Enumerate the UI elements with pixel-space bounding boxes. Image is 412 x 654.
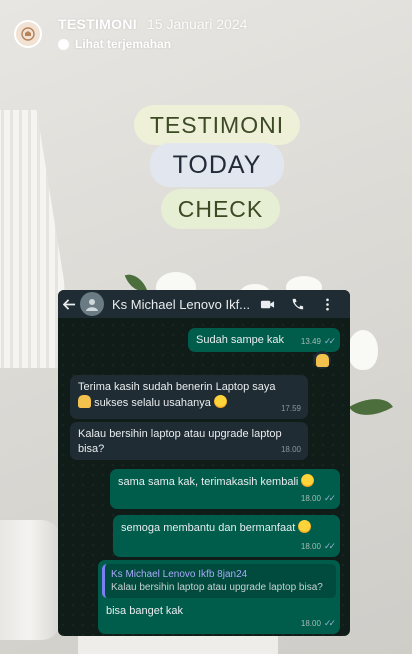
sticker-testimoni: TESTIMONI — [134, 105, 300, 145]
smile-icon — [301, 474, 315, 487]
story-date: 15 Januari 2024 — [147, 16, 248, 32]
quoted-author: Ks Michael Lenovo Ikfb 8jan24 — [111, 569, 248, 580]
message-time: 13.49 ✓✓ — [301, 334, 336, 349]
quoted-message[interactable]: Ks Michael Lenovo Ikfb 8jan24 Kalau bers… — [102, 564, 336, 598]
message-time: 18.00 ✓✓ — [301, 616, 336, 631]
leaf — [349, 387, 393, 427]
message-bubble[interactable]: Terima kasih sudah benerin Laptop saya s… — [70, 375, 308, 419]
sticker-today: TODAY — [150, 143, 284, 187]
folded-hands-icon — [78, 395, 91, 408]
message-reaction[interactable] — [313, 351, 331, 369]
message-time: 18.00 ✓✓ — [301, 539, 336, 554]
message-time: 18.00 ✓✓ — [301, 491, 336, 506]
message-time: 18.00 — [280, 445, 301, 454]
see-translation-label: Lihat terjemahan — [75, 37, 172, 51]
sticker-check: CHECK — [161, 189, 280, 229]
message-text: Sudah sampe kak — [196, 334, 285, 346]
account-avatar[interactable] — [14, 20, 42, 48]
chat-screenshot: Ks Michael Lenovo Ikf... Sudah sampe kak… — [58, 290, 350, 636]
read-ticks-icon: ✓✓ — [323, 493, 336, 503]
see-translation-link[interactable]: Lihat terjemahan — [58, 37, 171, 51]
phone-icon[interactable] — [282, 297, 312, 312]
message-text: sama sama kak, terimakasih kembali — [118, 476, 299, 488]
flower — [348, 330, 378, 370]
chat-header: Ks Michael Lenovo Ikf... — [58, 290, 350, 318]
story-title[interactable]: TESTIMONI — [58, 16, 137, 32]
video-call-icon[interactable] — [252, 297, 282, 312]
message-text: Terima kasih sudah benerin Laptop saya — [78, 381, 276, 393]
message-bubble[interactable]: Kalau bersihin laptop atau upgrade lapto… — [70, 422, 308, 460]
message-bubble[interactable]: semoga membantu dan bermanfaat 18.00 ✓✓ — [113, 515, 340, 557]
folded-hands-icon — [315, 353, 329, 367]
lamp-base — [0, 520, 60, 640]
reply-message-bubble[interactable]: Ks Michael Lenovo Ikfb 8jan24 Kalau bers… — [98, 560, 340, 634]
logo-icon — [21, 27, 35, 41]
translate-icon — [58, 38, 69, 50]
contact-name[interactable]: Ks Michael Lenovo Ikf... — [112, 297, 252, 312]
message-bubble[interactable]: Sudah sampe kak 13.49 ✓✓ — [188, 328, 340, 352]
message-text: semoga membantu dan bermanfaat — [121, 522, 296, 534]
read-ticks-icon: ✓✓ — [323, 336, 336, 346]
story-header: TESTIMONI 15 Januari 2024 Lihat terjemah… — [0, 0, 412, 60]
back-arrow-icon[interactable] — [58, 298, 80, 311]
message-time: 17.59 — [280, 404, 301, 413]
read-ticks-icon: ✓✓ — [323, 541, 336, 551]
smile-icon — [298, 520, 312, 533]
message-text: bisa banget kak — [106, 605, 184, 617]
smile-icon — [213, 395, 227, 408]
profile-icon[interactable] — [80, 292, 104, 316]
message-bubble[interactable]: sama sama kak, terimakasih kembali 18.00… — [110, 469, 340, 509]
message-text-line2: sukses selalu usahanya — [94, 397, 211, 409]
more-vert-icon[interactable] — [312, 297, 342, 312]
quoted-text: Kalau bersihin laptop atau upgrade lapto… — [111, 582, 323, 593]
read-ticks-icon: ✓✓ — [323, 618, 336, 628]
message-text: Kalau bersihin laptop atau upgrade lapto… — [78, 428, 282, 455]
